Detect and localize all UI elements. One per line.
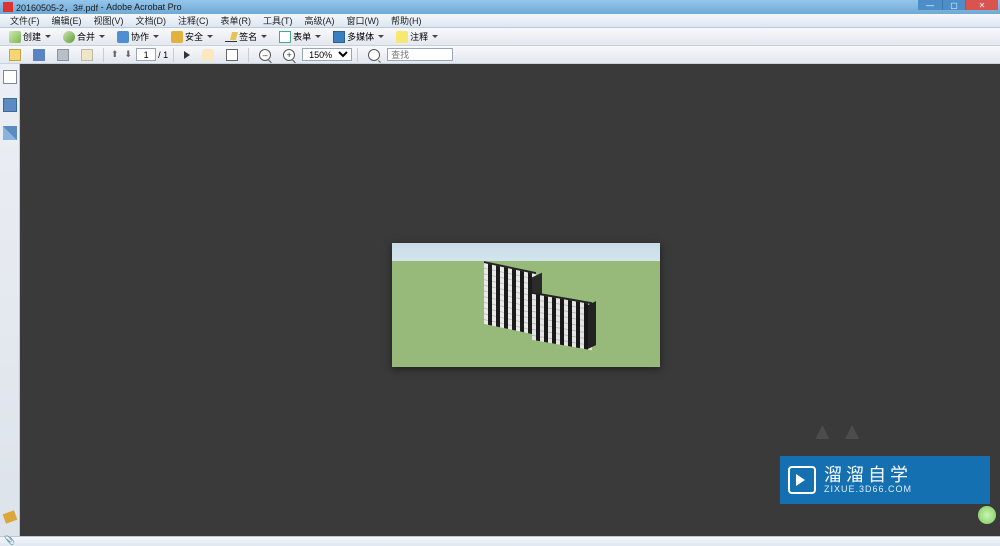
comment-button[interactable]: 注释 [391, 28, 443, 45]
merge-button[interactable]: 合并 [58, 28, 110, 45]
document-area[interactable]: ▲▲ 溜溜自学 ZIXUE.3D66.COM [20, 64, 1000, 536]
page-up-button[interactable]: ⬆ [109, 49, 121, 60]
status-bar: 📎 [0, 536, 1000, 546]
menu-advanced[interactable]: 高级(A) [299, 13, 341, 28]
zoom-in-button[interactable] [278, 47, 300, 63]
hand-icon [202, 49, 214, 61]
merge-icon [63, 31, 75, 43]
pdf-page [392, 243, 660, 367]
zoom-in-icon [283, 49, 295, 61]
toolbar-secondary: ⬆ ⬇ / 1 150% [0, 46, 1000, 64]
page-number-input[interactable] [136, 48, 156, 61]
watermark-text: 溜溜自学 ZIXUE.3D66.COM [824, 466, 912, 494]
menu-edit[interactable]: 编辑(E) [46, 13, 88, 28]
print-icon [57, 49, 69, 61]
separator [103, 48, 104, 62]
building-tall [484, 261, 536, 335]
menu-view[interactable]: 视图(V) [88, 13, 130, 28]
watermark: 溜溜自学 ZIXUE.3D66.COM [780, 456, 990, 504]
mail-icon [81, 49, 93, 61]
window-controls: — ▢ ✕ [918, 0, 998, 10]
window-titlebar: 20160505-2，3#.pdf - Adobe Acrobat Pro — … [0, 0, 1000, 14]
menu-bar: 文件(F) 编辑(E) 视图(V) 文档(D) 注释(C) 表单(R) 工具(T… [0, 14, 1000, 28]
comment-label: 注释 [410, 30, 428, 43]
page-sky [392, 243, 660, 261]
secure-button[interactable]: 安全 [166, 28, 218, 45]
building-low-side [588, 301, 596, 349]
create-label: 创建 [23, 30, 41, 43]
media-icon [333, 31, 345, 43]
watermark-line2: ZIXUE.3D66.COM [824, 484, 912, 494]
search-input[interactable] [387, 48, 453, 61]
page-down-button[interactable]: ⬇ [123, 49, 135, 60]
attachment-icon[interactable]: 📎 [4, 535, 15, 546]
menu-comments[interactable]: 注释(C) [172, 13, 215, 28]
building-low [532, 292, 592, 351]
title-document: 20160505-2，3#.pdf [16, 1, 98, 14]
collab-button[interactable]: 协作 [112, 28, 164, 45]
create-button[interactable]: 创建 [4, 28, 56, 45]
menu-help[interactable]: 帮助(H) [385, 13, 428, 28]
zoom-out-icon [259, 49, 271, 61]
sign-button[interactable]: 签名 [220, 28, 272, 45]
secure-label: 安全 [185, 30, 203, 43]
minimize-button[interactable]: — [918, 0, 942, 10]
separator [173, 48, 174, 62]
tags-panel-button[interactable] [2, 510, 17, 524]
title-sep: - [98, 2, 106, 12]
menu-file[interactable]: 文件(F) [4, 13, 46, 28]
marquee-icon [226, 49, 238, 61]
search-icon-button[interactable] [363, 47, 385, 63]
open-button[interactable] [4, 47, 26, 63]
collab-label: 协作 [131, 30, 149, 43]
zoom-select[interactable]: 150% [302, 48, 352, 61]
hand-tool-button[interactable] [197, 47, 219, 63]
create-icon [9, 31, 21, 43]
separator [248, 48, 249, 62]
page-ground [392, 261, 660, 367]
app-icon [3, 2, 13, 12]
menu-forms[interactable]: 表单(R) [215, 13, 258, 28]
watermark-line1: 溜溜自学 [824, 466, 912, 484]
print-button[interactable] [52, 47, 74, 63]
mail-button[interactable] [76, 47, 98, 63]
marquee-tool-button[interactable] [221, 47, 243, 63]
page-total-label: / 1 [158, 50, 168, 60]
sign-icon [225, 32, 237, 42]
comment-icon [396, 31, 408, 43]
lock-icon [171, 31, 183, 43]
ghost-shape: ▲▲ [810, 418, 870, 446]
media-button[interactable]: 多媒体 [328, 28, 389, 45]
open-icon [9, 49, 21, 61]
toolbar-primary: 创建 合并 协作 安全 签名 表单 多媒体 注释 [0, 28, 1000, 46]
collab-icon [117, 31, 129, 43]
close-button[interactable]: ✕ [966, 0, 998, 10]
search-icon [368, 49, 380, 61]
sign-label: 签名 [239, 30, 257, 43]
navigation-rail [0, 64, 20, 536]
title-app: Adobe Acrobat Pro [106, 2, 182, 12]
select-tool-button[interactable] [179, 49, 195, 61]
menu-document[interactable]: 文档(D) [130, 13, 173, 28]
media-label: 多媒体 [347, 30, 374, 43]
maximize-button[interactable]: ▢ [942, 0, 966, 10]
merge-label: 合并 [77, 30, 95, 43]
forms-label: 表单 [293, 30, 311, 43]
zoom-out-button[interactable] [254, 47, 276, 63]
menu-tools[interactable]: 工具(T) [257, 13, 299, 28]
cursor-icon [184, 51, 190, 59]
workspace: ▲▲ 溜溜自学 ZIXUE.3D66.COM [0, 64, 1000, 536]
play-icon [788, 466, 816, 494]
signatures-panel-button[interactable] [3, 126, 17, 140]
save-icon [33, 49, 45, 61]
form-icon [279, 31, 291, 43]
pages-panel-button[interactable] [3, 70, 17, 84]
separator [357, 48, 358, 62]
bookmarks-panel-button[interactable] [3, 98, 17, 112]
menu-window[interactable]: 窗口(W) [341, 13, 386, 28]
corner-badge [978, 506, 996, 524]
forms-button[interactable]: 表单 [274, 28, 326, 45]
save-button[interactable] [28, 47, 50, 63]
